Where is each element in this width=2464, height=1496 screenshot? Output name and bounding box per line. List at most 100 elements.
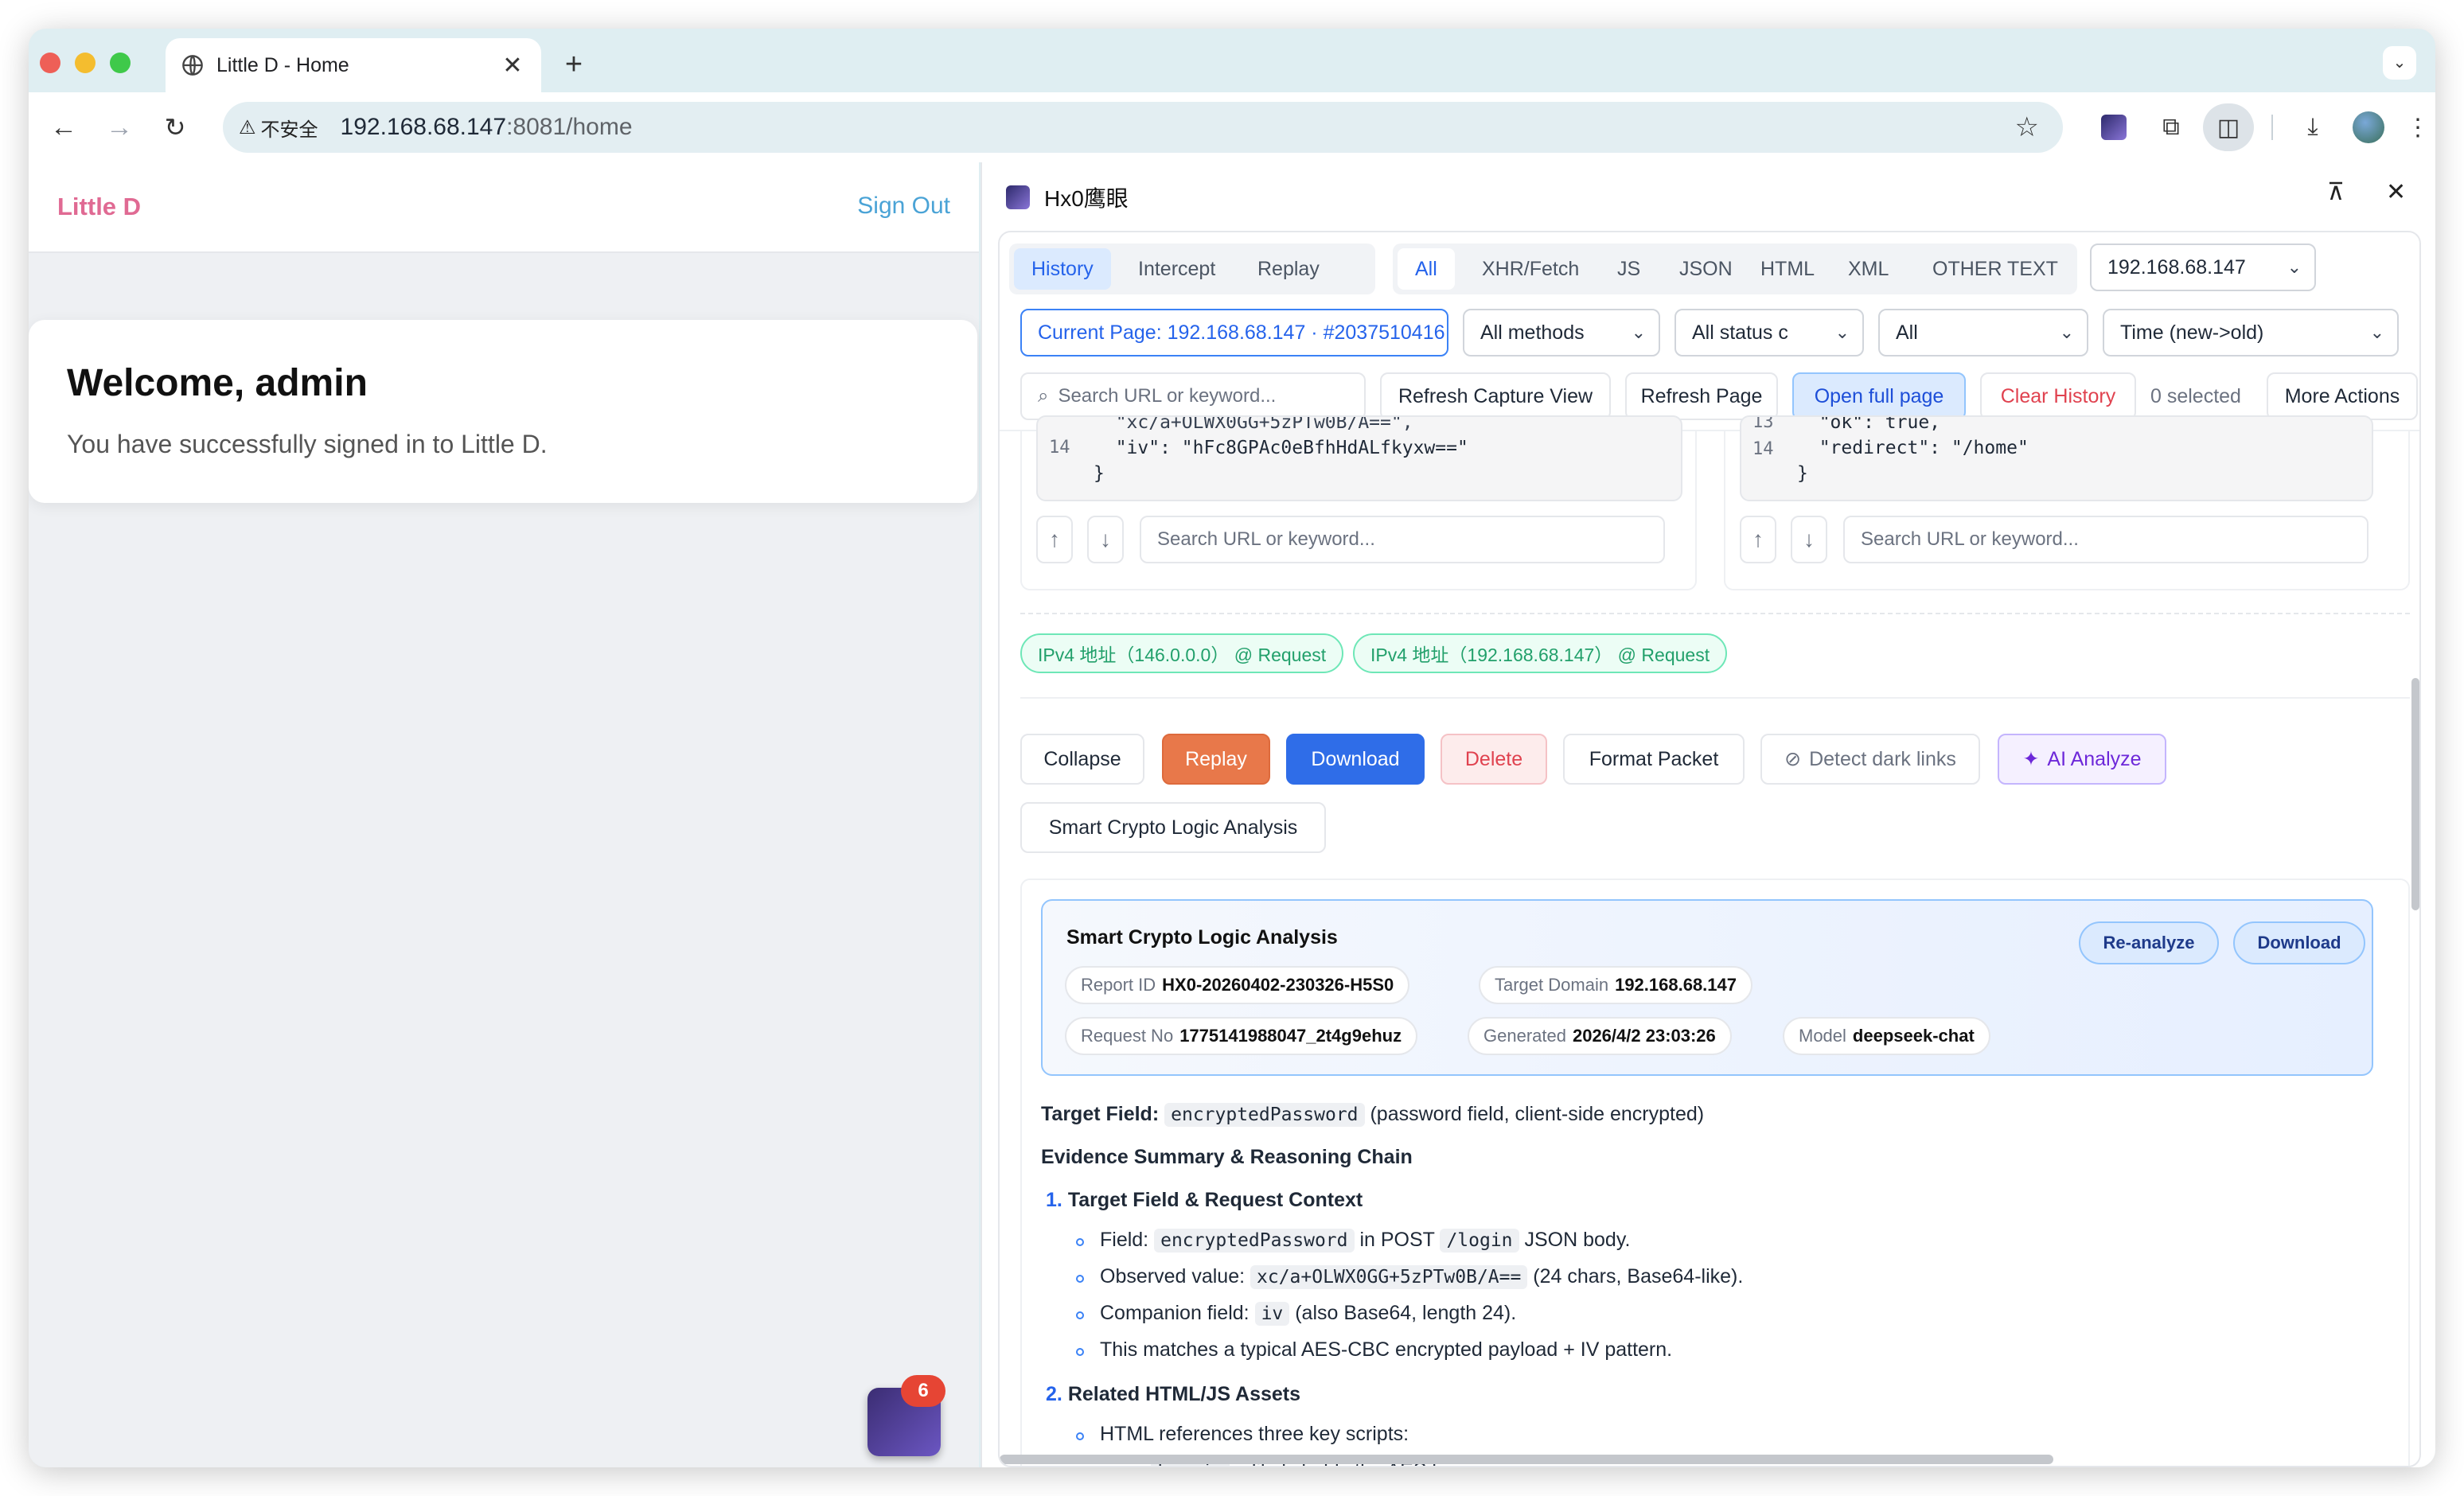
pill-label: Model (1799, 1026, 1846, 1046)
ip-chip[interactable]: IPv4 地址（146.0.0.0） @ Request (1020, 633, 1344, 673)
close-panel-icon[interactable]: ✕ (2386, 178, 2406, 206)
scope-select[interactable]: All ⌄ (1878, 309, 2088, 356)
close-window-button[interactable] (40, 53, 60, 73)
download-button[interactable]: Download (1286, 734, 1425, 785)
response-search-input[interactable]: Search URL or keyword... (1843, 516, 2368, 563)
text: (24 chars, Base64-like). (1533, 1265, 1744, 1288)
sort-select[interactable]: Time (new->old) ⌄ (2103, 309, 2399, 356)
format-packet-button[interactable]: Format Packet (1563, 734, 1745, 785)
text: JSON body. (1524, 1229, 1631, 1251)
address-bar[interactable]: ⚠ 不安全 192.168.68.147:8081/home ☆ (223, 102, 2063, 153)
new-tab-button[interactable]: + (554, 45, 594, 84)
search-placeholder: Search URL or keyword... (1157, 528, 1375, 550)
inline-code: xc/a+OLWX0GG+5zPTw0B/A== (1250, 1265, 1528, 1289)
chevron-down-icon: ⌄ (1834, 322, 1850, 342)
report-download-button[interactable]: Download (2233, 921, 2365, 964)
browser-menu-icon[interactable]: ⋮ (2400, 110, 2435, 145)
browser-window: Little D - Home ✕ + ⌄ ← → ↻ ⚠ 不安全 192.16… (29, 29, 2435, 1467)
target-domain-pill: Target Domain 192.168.68.147 (1479, 966, 1753, 1004)
type-tabs: All XHR/Fetch JS JSON HTML XML OTHER TEX… (1393, 243, 2077, 294)
tab-history[interactable]: History (1014, 248, 1111, 290)
tab-js[interactable]: JS (1600, 248, 1658, 290)
url-text: 192.168.68.147:8081/home (341, 114, 633, 141)
reload-icon[interactable]: ↻ (151, 103, 199, 151)
status-select[interactable]: All status c ⌄ (1675, 309, 1864, 356)
methods-select[interactable]: All methods ⌄ (1463, 309, 1660, 356)
replay-button[interactable]: Replay (1162, 734, 1270, 785)
ai-analyze-button[interactable]: ✦ AI Analyze (1998, 734, 2166, 785)
forward-icon[interactable]: → (96, 103, 143, 151)
next-match-button[interactable]: ↓ (1791, 516, 1827, 563)
refresh-capture-button[interactable]: Refresh Capture View (1380, 372, 1611, 420)
response-code-view[interactable]: 13 14 "ok": true, "redirect": "/home" } (1740, 415, 2373, 501)
tab-json[interactable]: JSON (1662, 248, 1750, 290)
tab-search-button[interactable]: ⌄ (2383, 46, 2416, 80)
smart-crypto-button[interactable]: Smart Crypto Logic Analysis (1020, 802, 1326, 853)
bullet (1076, 1311, 1084, 1319)
more-actions-button[interactable]: More Actions (2267, 372, 2418, 420)
warning-icon: ⚠ (239, 116, 256, 138)
search-placeholder: Search URL or keyword... (1861, 528, 2079, 550)
tab-replay[interactable]: Replay (1240, 248, 1337, 290)
insecure-label: 不安全 (260, 119, 318, 141)
code-line: "xc/a+OLWX0GG+5zPTw0B/A==", (1094, 415, 1413, 433)
detect-dark-links-button[interactable]: ⊘ Detect dark links (1760, 734, 1980, 785)
hx0-panel-content: History Intercept Replay All XHR/Fetch J… (998, 231, 2421, 1467)
bookmark-star-icon[interactable]: ☆ (2015, 111, 2039, 143)
profile-avatar[interactable] (2351, 110, 2386, 145)
horizontal-scrollbar[interactable] (1000, 1455, 2053, 1464)
browser-tab[interactable]: Little D - Home ✕ (166, 38, 541, 92)
current-page-filter[interactable]: Current Page: 192.168.68.147 · #20375104… (1020, 309, 1448, 356)
ip-chip[interactable]: IPv4 地址（192.168.68.147） @ Request (1353, 633, 1728, 673)
history-search-input[interactable]: ⌕ Search URL or keyword... (1020, 372, 1366, 420)
bullet (1076, 1275, 1084, 1283)
brand-logo[interactable]: Little D (57, 193, 141, 221)
request-code-view[interactable]: 14 "xc/a+OLWX0GG+5zPTw0B/A==", "iv": "hF… (1036, 415, 1682, 501)
scope-select-value: All (1896, 321, 1918, 344)
close-tab-icon[interactable]: ✕ (500, 52, 525, 80)
tab-intercept[interactable]: Intercept (1121, 248, 1233, 290)
collapse-button[interactable]: Collapse (1020, 734, 1144, 785)
section-title: Target Field & Request Context (1067, 1189, 1363, 1211)
pill-label: Generated (1483, 1026, 1566, 1046)
welcome-heading: Welcome, admin (67, 362, 368, 404)
zoom-window-button[interactable] (110, 53, 131, 73)
tab-xhr-fetch[interactable]: XHR/Fetch (1464, 248, 1597, 290)
request-search-input[interactable]: Search URL or keyword... (1140, 516, 1665, 563)
tab-other-text[interactable]: OTHER TEXT (1915, 248, 2076, 290)
prev-match-button[interactable]: ↑ (1036, 516, 1073, 563)
text: in POST (1359, 1229, 1435, 1251)
host-select[interactable]: 192.168.68.147 ⌄ (2090, 243, 2316, 291)
back-icon[interactable]: ← (40, 103, 88, 151)
delete-button[interactable]: Delete (1441, 734, 1547, 785)
inline-code: encryptedPassword (1154, 1229, 1355, 1253)
text: Observed value: (1100, 1265, 1246, 1288)
refresh-page-button[interactable]: Refresh Page (1625, 372, 1778, 420)
tab-all[interactable]: All (1398, 248, 1455, 290)
side-panel-icon[interactable]: ◫ (2203, 103, 2254, 151)
report-title: Smart Crypto Logic Analysis (1066, 926, 1338, 949)
tab-strip: Little D - Home ✕ + ⌄ (29, 29, 2435, 92)
web-page: Little D Sign Out Welcome, admin You hav… (29, 162, 979, 1467)
minimize-window-button[interactable] (75, 53, 96, 73)
tab-xml[interactable]: XML (1830, 248, 1906, 290)
hx0-extension-icon[interactable] (2096, 110, 2131, 145)
prev-match-button[interactable]: ↑ (1740, 516, 1776, 563)
tab-title: Little D - Home (216, 53, 349, 76)
reanalyze-button[interactable]: Re-analyze (2079, 921, 2219, 964)
open-full-page-button[interactable]: Open full page (1792, 372, 1966, 420)
tab-html[interactable]: HTML (1743, 248, 1832, 290)
divider (1020, 697, 2410, 699)
section-number: 2. (1046, 1383, 1062, 1405)
vertical-scrollbar[interactable] (2411, 678, 2419, 910)
download-icon[interactable]: ⤓ (2295, 110, 2330, 145)
sign-out-link[interactable]: Sign Out (857, 193, 950, 220)
next-match-button[interactable]: ↓ (1087, 516, 1124, 563)
unpin-icon[interactable]: ⊼ (2327, 178, 2345, 206)
clear-history-button[interactable]: Clear History (1980, 372, 2136, 420)
detect-label: Detect dark links (1809, 747, 1956, 770)
extensions-puzzle-icon[interactable]: ⧉ (2154, 110, 2189, 145)
mode-tabs: History Intercept Replay (1009, 243, 1375, 294)
toolbar-divider (2271, 115, 2273, 140)
bullet (1076, 1238, 1084, 1246)
